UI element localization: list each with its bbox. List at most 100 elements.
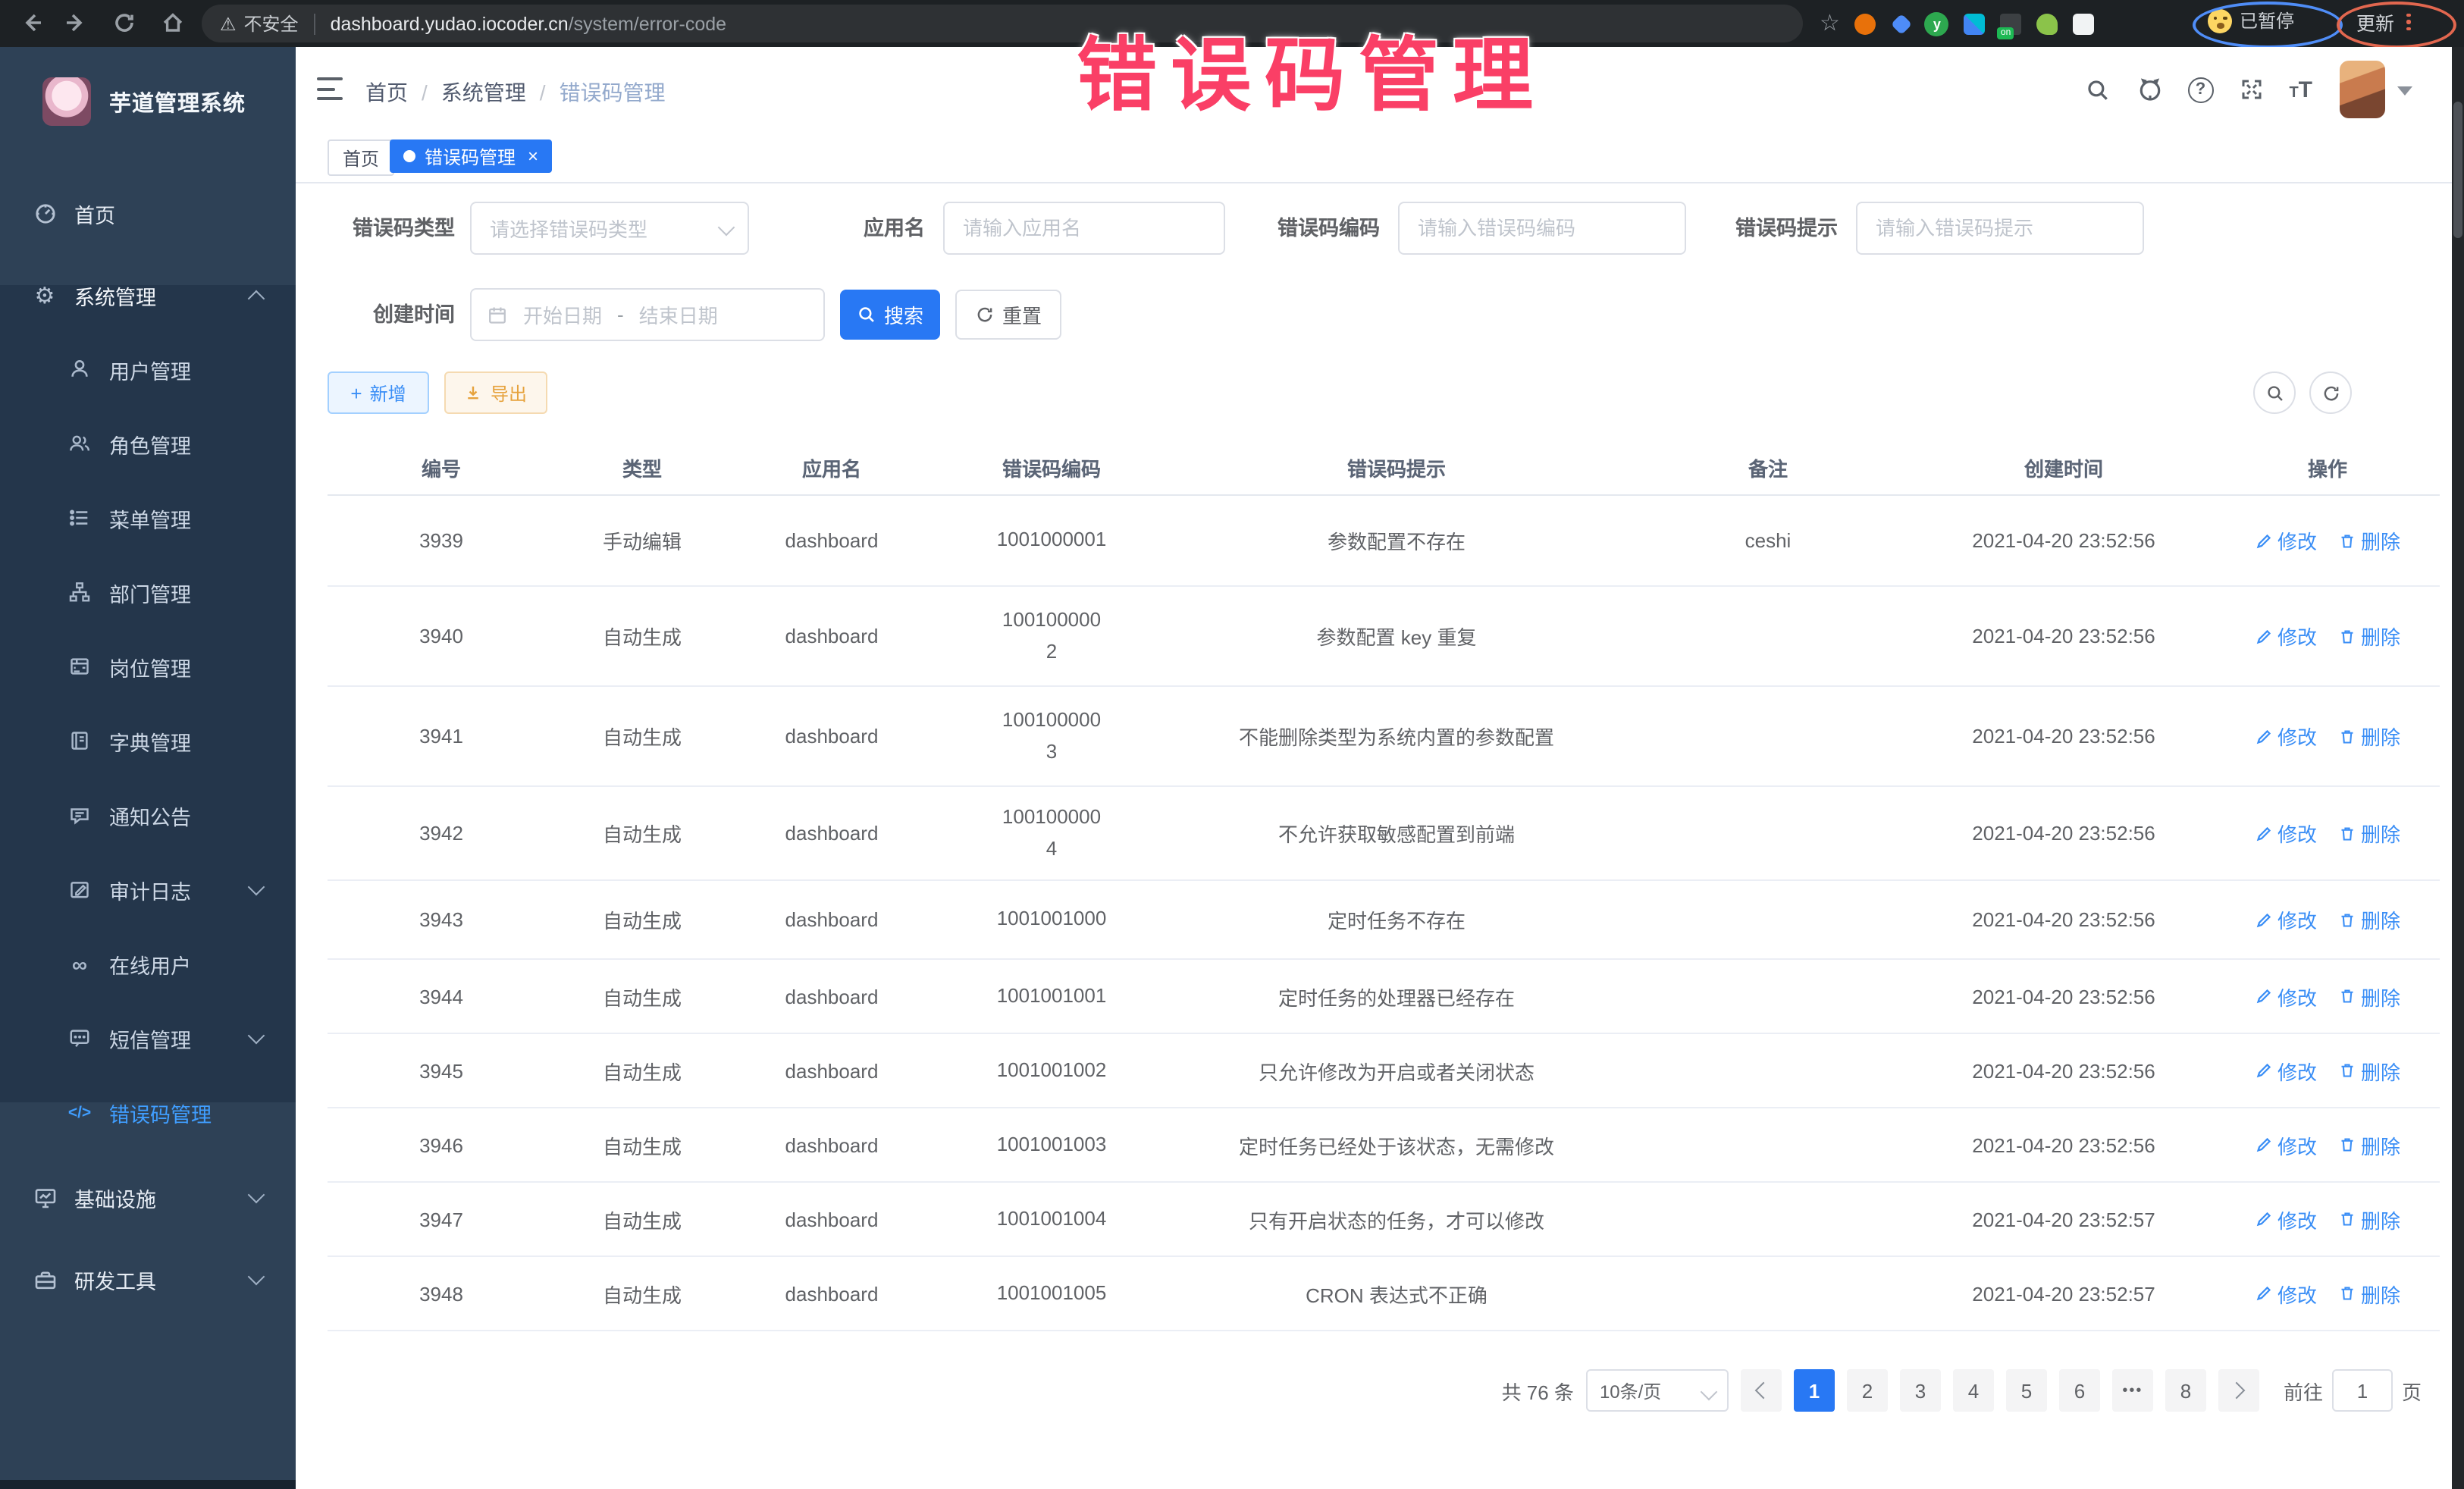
header-code: 错误码编码 <box>934 440 1169 495</box>
error-type-select[interactable]: 请选择错误码类型 <box>470 202 749 255</box>
sidebar-item-system[interactable]: ⚙ 系统管理 <box>0 258 296 332</box>
home-icon[interactable] <box>161 11 185 35</box>
date-end-placeholder: 结束日期 <box>639 300 718 329</box>
extension-icon-puzzle[interactable] <box>2074 13 2095 34</box>
sidebar-item-notices[interactable]: 通知公告 <box>0 778 296 852</box>
plus-icon: + <box>350 381 362 404</box>
delete-link[interactable]: 删除 <box>2338 1205 2400 1234</box>
sidebar-item-menus[interactable]: 菜单管理 <box>0 481 296 555</box>
export-button[interactable]: 导出 <box>444 371 547 414</box>
edit-link[interactable]: 修改 <box>2255 1205 2317 1234</box>
error-code-input[interactable] <box>1398 202 1686 255</box>
reset-button[interactable]: 重置 <box>955 290 1061 340</box>
edit-link[interactable]: 修改 <box>2255 1056 2317 1085</box>
sidebar-item-roles[interactable]: 角色管理 <box>0 406 296 481</box>
sidebar-item-dictionary[interactable]: 字典管理 <box>0 704 296 778</box>
delete-link[interactable]: 删除 <box>2338 982 2400 1011</box>
next-page-button[interactable] <box>2218 1369 2259 1412</box>
github-icon[interactable] <box>2136 76 2163 103</box>
sidebar-item-error-code[interactable]: </> 错误码管理 <box>0 1075 296 1149</box>
back-icon[interactable] <box>20 11 44 35</box>
tag-error-code[interactable]: 错误码管理 × <box>390 139 552 173</box>
delete-link[interactable]: 删除 <box>2338 622 2400 650</box>
more-pages-icon[interactable]: ••• <box>2112 1369 2153 1412</box>
edit-link[interactable]: 修改 <box>2255 1130 2317 1159</box>
address-bar[interactable]: ⚠ 不安全 dashboard.yudao.iocoder.cn /system… <box>202 5 1803 42</box>
browser-update-area[interactable]: 更新 <box>2356 8 2410 36</box>
error-hint-input[interactable] <box>1856 202 2144 255</box>
edit-link[interactable]: 修改 <box>2255 526 2317 555</box>
prev-page-button[interactable] <box>1741 1369 1782 1412</box>
reload-icon[interactable] <box>112 11 136 35</box>
error-code-table: 编号 类型 应用名 错误码编码 错误码提示 备注 创建时间 操作 3939手动编… <box>328 440 2440 1331</box>
tag-close-icon[interactable]: × <box>528 146 538 167</box>
sidebar-item-users[interactable]: 用户管理 <box>0 332 296 406</box>
page-button-6[interactable]: 6 <box>2059 1369 2100 1412</box>
bookmark-star-icon[interactable]: ☆ <box>1820 6 1840 41</box>
edit-link[interactable]: 修改 <box>2255 819 2317 848</box>
delete-link[interactable]: 删除 <box>2338 722 2400 751</box>
help-icon[interactable]: ? <box>2187 77 2213 102</box>
browser-menu-icon[interactable] <box>2406 14 2410 31</box>
breadcrumb-home[interactable]: 首页 <box>365 77 408 108</box>
app-logo[interactable]: 芋道管理系统 <box>0 62 296 141</box>
page-button-5[interactable]: 5 <box>2006 1369 2047 1412</box>
search-button[interactable]: 搜索 <box>840 290 940 340</box>
sidebar-item-departments[interactable]: 部门管理 <box>0 555 296 629</box>
announcement-icon <box>67 802 92 828</box>
refresh-table-button[interactable] <box>2309 371 2352 414</box>
forward-icon[interactable] <box>64 11 88 35</box>
profile-paused-chip[interactable]: 已暂停 <box>2208 8 2294 33</box>
page-button-8[interactable]: 8 <box>2165 1369 2206 1412</box>
page-button-3[interactable]: 3 <box>1900 1369 1941 1412</box>
table-row: 3940自动生成dashboard100100000 2参数配置 key 重复2… <box>328 586 2440 686</box>
page-button-2[interactable]: 2 <box>1847 1369 1888 1412</box>
date-range-picker[interactable]: 开始日期 - 结束日期 <box>470 288 825 341</box>
page-size-select[interactable]: 10条/页 <box>1586 1369 1729 1412</box>
fullscreen-icon[interactable] <box>2237 76 2265 103</box>
edit-link[interactable]: 修改 <box>2255 905 2317 934</box>
page-button-4[interactable]: 4 <box>1953 1369 1994 1412</box>
delete-link[interactable]: 删除 <box>2338 1130 2400 1159</box>
edit-link[interactable]: 修改 <box>2255 1279 2317 1308</box>
divider <box>314 13 315 34</box>
sidebar-item-posts[interactable]: 岗位管理 <box>0 629 296 704</box>
search-icon[interactable] <box>2084 76 2111 103</box>
delete-link[interactable]: 删除 <box>2338 819 2400 848</box>
extension-icon-green-leaf[interactable] <box>2037 13 2058 34</box>
table-row: 3948自动生成dashboard1001001005CRON 表达式不正确20… <box>328 1256 2440 1331</box>
sidebar-item-audit-log[interactable]: 审计日志 <box>0 852 296 926</box>
scrollbar-thumb[interactable] <box>2453 102 2462 238</box>
delete-link[interactable]: 删除 <box>2338 1279 2400 1308</box>
scrollbar-track[interactable] <box>2452 47 2464 1489</box>
add-button[interactable]: + 新增 <box>328 371 429 414</box>
delete-link[interactable]: 删除 <box>2338 905 2400 934</box>
edit-link[interactable]: 修改 <box>2255 982 2317 1011</box>
extension-icon-tampermonkey[interactable]: on <box>2001 13 2022 34</box>
extension-icon-green-y[interactable]: y <box>1925 11 1949 36</box>
show-search-toggle-button[interactable] <box>2253 371 2296 414</box>
date-start-placeholder: 开始日期 <box>523 300 602 329</box>
breadcrumb-system[interactable]: 系统管理 <box>441 77 526 108</box>
extension-icon-blue-pin[interactable] <box>1892 13 1913 34</box>
edit-link[interactable]: 修改 <box>2255 622 2317 650</box>
sidebar-item-dev-tools[interactable]: 研发工具 <box>0 1242 296 1316</box>
extension-icon-orange[interactable] <box>1855 13 1876 34</box>
tag-home[interactable]: 首页 <box>328 139 394 176</box>
sidebar-item-home[interactable]: 首页 <box>0 176 296 250</box>
font-size-icon[interactable]: TT <box>2289 77 2312 102</box>
table-row: 3946自动生成dashboard1001001003定时任务已经处于该状态，无… <box>328 1108 2440 1182</box>
avatar[interactable] <box>2340 61 2385 118</box>
delete-link[interactable]: 删除 <box>2338 1056 2400 1085</box>
app-name-input[interactable] <box>943 202 1225 255</box>
extension-icon-squares[interactable] <box>1964 13 1986 34</box>
sidebar-item-online-users[interactable]: ∞ 在线用户 <box>0 926 296 1001</box>
sidebar-collapse-icon[interactable] <box>317 77 343 100</box>
delete-link[interactable]: 删除 <box>2338 526 2400 555</box>
avatar-caret-icon[interactable] <box>2397 86 2412 96</box>
sidebar-item-infrastructure[interactable]: 基础设施 <box>0 1160 296 1234</box>
edit-link[interactable]: 修改 <box>2255 722 2317 751</box>
page-button-1[interactable]: 1 <box>1794 1369 1835 1412</box>
sidebar-item-sms[interactable]: 短信管理 <box>0 1001 296 1075</box>
goto-page-input[interactable] <box>2332 1369 2393 1412</box>
